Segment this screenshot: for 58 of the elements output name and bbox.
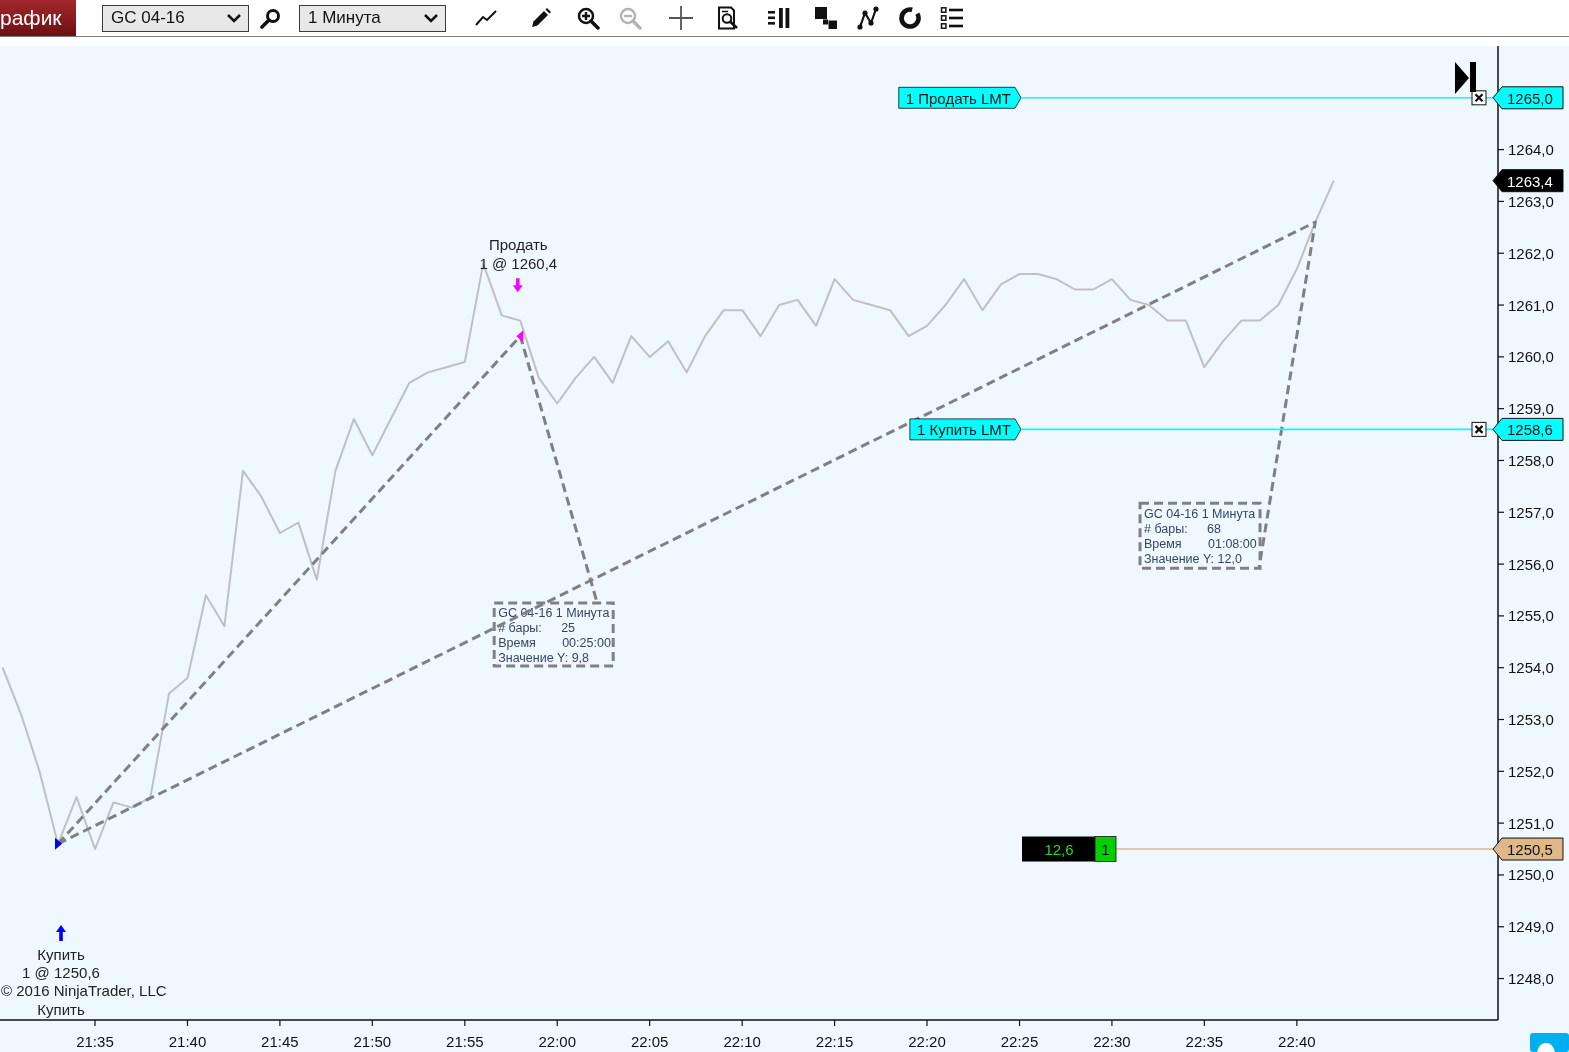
ruler-bars-value: 25 <box>561 621 576 636</box>
price-tag: 1258,6 <box>1492 417 1564 441</box>
ruler-time-label: Время <box>498 636 536 651</box>
y-tick-label: 1263,0 <box>1508 192 1554 210</box>
x-tick-label: 22:15 <box>815 1032 854 1050</box>
x-tick-label: 21:45 <box>261 1032 299 1050</box>
position-price-tag: 1250,5 <box>1492 837 1564 861</box>
y-tick-label: 1253,0 <box>1508 711 1554 728</box>
y-tick-label: 1249,0 <box>1508 918 1554 936</box>
y-tick-label: 1252,0 <box>1508 762 1554 780</box>
y-tick-label: 1256,0 <box>1508 555 1554 573</box>
y-tick-label: 1250,0 <box>1508 866 1554 884</box>
y-tick-label: 1259,0 <box>1508 400 1554 418</box>
y-tick-label: 1260,0 <box>1508 348 1554 366</box>
x-tick-label: 22:00 <box>538 1032 576 1050</box>
ruler-time-value: 01:08:00 <box>1208 536 1257 551</box>
chart-title: рафик <box>0 0 76 36</box>
y-tick-label: 1248,0 <box>1508 970 1554 988</box>
y-tick-label: 1251,0 <box>1508 814 1554 832</box>
y-tick-label: 1254,0 <box>1508 659 1554 677</box>
trade-action-label: Купить <box>37 945 85 963</box>
y-tick-label: 1264,0 <box>1508 141 1554 159</box>
order-label: 1 Продать LMT <box>898 86 1022 109</box>
ref-line-label: 1 Купить LMT <box>916 421 1011 439</box>
trade-action-label: Продать <box>489 235 548 253</box>
y-tick-label: 1261,0 <box>1508 296 1554 314</box>
x-tick-label: 21:40 <box>168 1032 207 1050</box>
trade-fill-label: 1 @ 1250,6 <box>22 963 100 981</box>
x-tick-label: 22:20 <box>908 1032 946 1050</box>
trade-fill-label: 1 @ 1260,4 <box>479 254 558 272</box>
x-tick-label: 22:35 <box>1185 1032 1224 1050</box>
ruler-title: GC 04-16 1 Минута <box>498 606 610 621</box>
ruler-bars-value: 68 <box>1207 521 1221 536</box>
x-tick-label: 21:35 <box>76 1032 114 1050</box>
quantity-box: 1 <box>1094 836 1117 862</box>
ruler-y-value: Значение Y: 12,0 <box>1144 551 1242 566</box>
y-tick-label: 1257,0 <box>1508 503 1554 521</box>
ruler-bars-label: # бары: <box>1144 521 1188 536</box>
last-price-tag: 1263,4 <box>1492 169 1564 193</box>
ruler-time-value: 00:25:00 <box>562 636 611 651</box>
x-tick-label: 22:40 <box>1278 1032 1316 1050</box>
x-tick-label: 22:05 <box>630 1032 669 1050</box>
y-tick-label: 1262,0 <box>1508 244 1554 262</box>
price-tag: 1265,0 <box>1492 86 1564 110</box>
ruler-time-label: Время <box>1144 536 1182 551</box>
x-tick-label: 22:10 <box>723 1032 761 1050</box>
y-tick-label: 1258,0 <box>1508 451 1554 469</box>
ruler-y-value: Значение Y: 9,8 <box>498 651 590 666</box>
order-label: 1 Купить LMT <box>909 418 1022 441</box>
ref-line-label: 1 Продать LMT <box>905 89 1011 107</box>
x-tick-label: 22:25 <box>1000 1032 1039 1050</box>
y-tick-label: 1255,0 <box>1508 607 1554 625</box>
ruler-title: GC 04-16 1 Минута <box>1144 506 1256 521</box>
x-tick-label: 21:55 <box>446 1032 484 1050</box>
trade-action-label: Купить <box>37 1000 85 1018</box>
copyright-text: © 2016 NinjaTrader, LLC <box>1 981 167 999</box>
x-tick-label: 21:50 <box>353 1032 392 1050</box>
x-tick-label: 22:30 <box>1093 1032 1131 1050</box>
